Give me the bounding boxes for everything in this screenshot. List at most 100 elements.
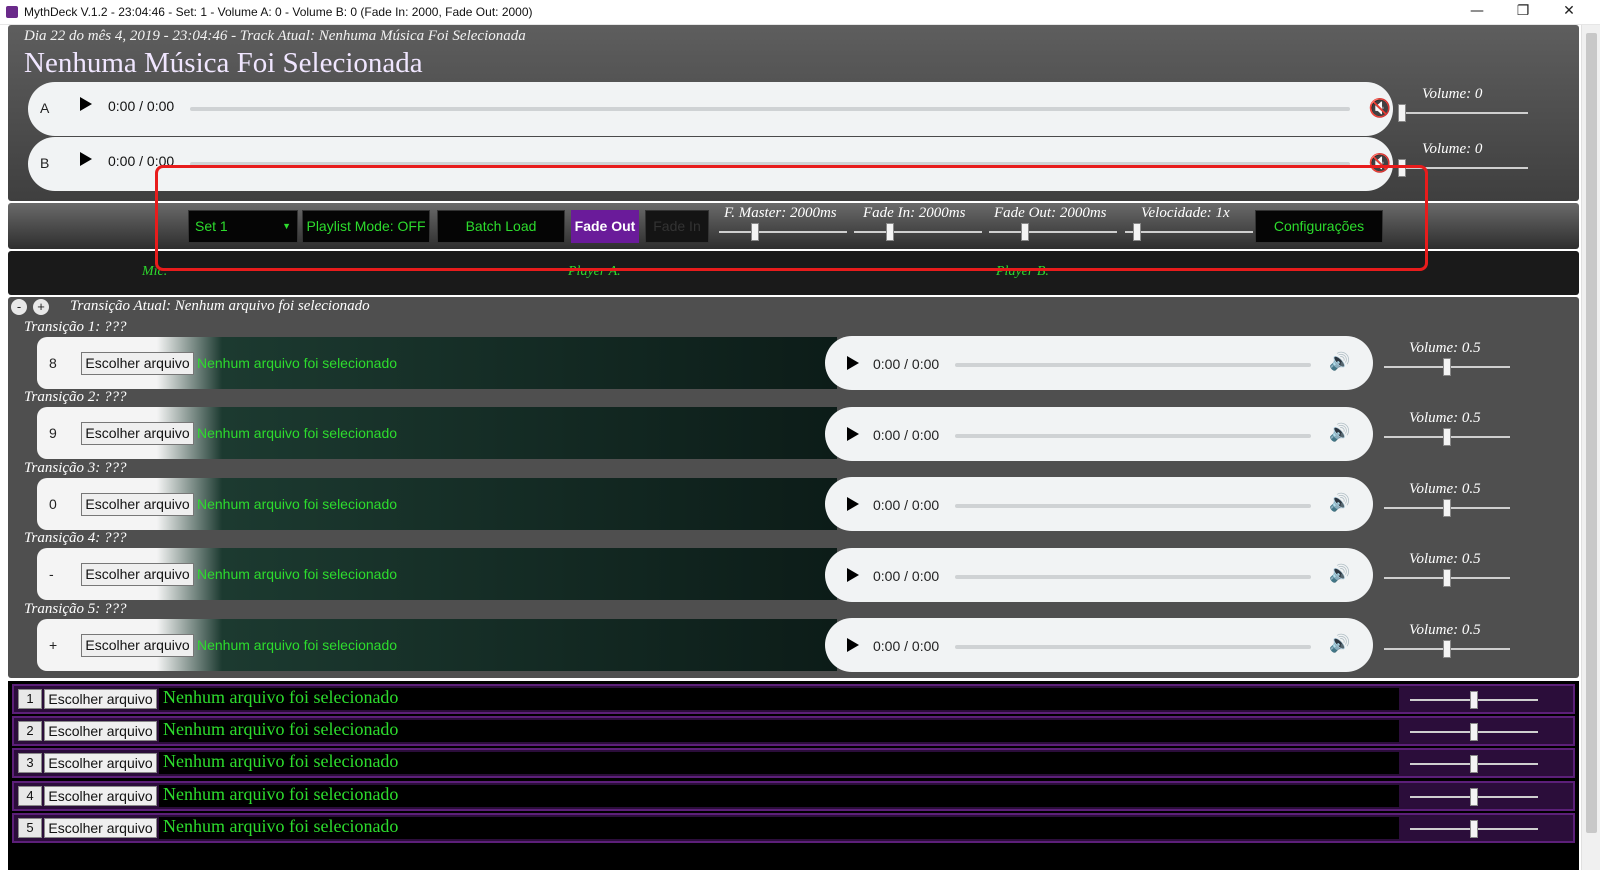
- volume-label-a: Volume: 0: [1422, 86, 1483, 102]
- play-icon[interactable]: [80, 152, 92, 166]
- player-time: 0:00 / 0:00: [873, 568, 940, 584]
- scrollbar-thumb[interactable]: [1586, 33, 1597, 833]
- choose-file-button[interactable]: Escolher arquivo: [44, 786, 157, 806]
- choose-file-button[interactable]: Escolher arquivo: [81, 352, 194, 375]
- slider-thumb[interactable]: [1443, 640, 1451, 658]
- highlight-box: [155, 165, 1428, 271]
- seek-bar[interactable]: [955, 575, 1311, 579]
- play-icon[interactable]: [847, 356, 859, 370]
- play-icon[interactable]: [847, 497, 859, 511]
- file-name: Nenhum arquivo foi selecionado: [163, 719, 399, 739]
- seek-bar[interactable]: [955, 504, 1311, 508]
- transition-player: 0:00 / 0:00 🔊: [825, 618, 1373, 672]
- slider-thumb[interactable]: [1470, 723, 1478, 741]
- volume-label-b: Volume: 0: [1422, 141, 1483, 157]
- transition-volume-slider[interactable]: [1384, 640, 1510, 658]
- window-titlebar: MythDeck V.1.2 - 23:04:46 - Set: 1 - Vol…: [0, 0, 1600, 25]
- choose-file-button[interactable]: Escolher arquivo: [44, 753, 157, 773]
- playlist-row: 3 Escolher arquivo Nenhum arquivo foi se…: [12, 748, 1575, 778]
- playlist-row: 4 Escolher arquivo Nenhum arquivo foi se…: [12, 781, 1575, 811]
- transition-row: 0 Escolher arquivo Nenhum arquivo foi se…: [37, 478, 837, 530]
- transition-volume-slider[interactable]: [1384, 428, 1510, 446]
- playlist-number[interactable]: 5: [18, 818, 42, 838]
- transition-player: 0:00 / 0:00 🔊: [825, 477, 1373, 531]
- player-time: 0:00 / 0:00: [873, 497, 940, 513]
- seek-bar[interactable]: [190, 107, 1350, 111]
- volume-slider-a[interactable]: [1398, 104, 1528, 122]
- transition-key: +: [49, 637, 58, 653]
- transition-key: 8: [49, 355, 57, 371]
- slider-thumb[interactable]: [1470, 788, 1478, 806]
- seek-bar[interactable]: [955, 434, 1311, 438]
- app-icon: [6, 6, 18, 18]
- slider-thumb[interactable]: [1443, 428, 1451, 446]
- volume-icon[interactable]: 🔊: [1329, 493, 1350, 513]
- playlist-number[interactable]: 3: [18, 753, 42, 773]
- choose-file-button[interactable]: Escolher arquivo: [81, 493, 194, 516]
- date-line: Dia 22 do mês 4, 2019 - 23:04:46 - Track…: [24, 28, 526, 44]
- mute-icon[interactable]: 🔇: [1368, 96, 1392, 120]
- transition-player: 0:00 / 0:00 🔊: [825, 548, 1373, 602]
- playlist-volume-slider[interactable]: [1410, 723, 1538, 741]
- choose-file-button[interactable]: Escolher arquivo: [44, 818, 157, 838]
- play-icon[interactable]: [847, 568, 859, 582]
- transition-volume-label: Volume: 0.5: [1409, 622, 1481, 638]
- transition-volume-slider[interactable]: [1384, 358, 1510, 376]
- playlist-volume-slider[interactable]: [1410, 755, 1538, 773]
- choose-file-button[interactable]: Escolher arquivo: [44, 689, 157, 709]
- playlist-panel: 1 Escolher arquivo Nenhum arquivo foi se…: [8, 681, 1579, 870]
- close-button[interactable]: ✕: [1546, 0, 1592, 24]
- choose-file-button[interactable]: Escolher arquivo: [81, 634, 194, 657]
- playlist-row: 1 Escolher arquivo Nenhum arquivo foi se…: [12, 684, 1575, 714]
- file-name: Nenhum arquivo foi selecionado: [197, 425, 398, 441]
- choose-file-button[interactable]: Escolher arquivo: [81, 422, 194, 445]
- playlist-volume-slider[interactable]: [1410, 691, 1538, 709]
- transition-key: -: [49, 566, 54, 582]
- play-icon[interactable]: [847, 638, 859, 652]
- file-name: Nenhum arquivo foi selecionado: [163, 751, 399, 771]
- choose-file-button[interactable]: Escolher arquivo: [44, 721, 157, 741]
- play-icon[interactable]: [847, 427, 859, 441]
- transition-row: 8 Escolher arquivo Nenhum arquivo foi se…: [37, 337, 837, 389]
- play-icon[interactable]: [80, 97, 92, 111]
- playlist-volume-slider[interactable]: [1410, 788, 1538, 806]
- volume-icon[interactable]: 🔊: [1329, 564, 1350, 584]
- playlist-number[interactable]: 2: [18, 721, 42, 741]
- vertical-scrollbar[interactable]: [1581, 25, 1600, 870]
- slider-thumb[interactable]: [1398, 104, 1406, 122]
- expand-button[interactable]: +: [33, 299, 49, 315]
- choose-file-button[interactable]: Escolher arquivo: [81, 563, 194, 586]
- playlist-number[interactable]: 1: [18, 689, 42, 709]
- slider-thumb[interactable]: [1443, 358, 1451, 376]
- volume-icon[interactable]: 🔊: [1329, 352, 1350, 372]
- file-name: Nenhum arquivo foi selecionado: [163, 816, 399, 836]
- transition-row: 9 Escolher arquivo Nenhum arquivo foi se…: [37, 407, 837, 459]
- playlist-number[interactable]: 4: [18, 786, 42, 806]
- seek-bar[interactable]: [955, 363, 1311, 367]
- slider-thumb[interactable]: [1470, 691, 1478, 709]
- transition-label: Transição 3: ???: [24, 460, 127, 476]
- transition-volume-label: Volume: 0.5: [1409, 551, 1481, 567]
- transition-label: Transição 1: ???: [24, 319, 127, 335]
- slider-thumb[interactable]: [1470, 820, 1478, 838]
- volume-icon[interactable]: 🔊: [1329, 634, 1350, 654]
- volume-icon[interactable]: 🔊: [1329, 423, 1350, 443]
- slider-thumb[interactable]: [1443, 569, 1451, 587]
- transition-volume-label: Volume: 0.5: [1409, 340, 1481, 356]
- transition-volume-slider[interactable]: [1384, 569, 1510, 587]
- transition-player: 0:00 / 0:00 🔊: [825, 407, 1373, 461]
- slider-thumb[interactable]: [1443, 499, 1451, 517]
- slider-thumb[interactable]: [1470, 755, 1478, 773]
- seek-bar[interactable]: [955, 645, 1311, 649]
- minimize-button[interactable]: —: [1454, 0, 1500, 24]
- playlist-row: 2 Escolher arquivo Nenhum arquivo foi se…: [12, 716, 1575, 746]
- transition-volume-slider[interactable]: [1384, 499, 1510, 517]
- transition-label: Transição 2: ???: [24, 389, 127, 405]
- file-name: Nenhum arquivo foi selecionado: [197, 355, 398, 371]
- playlist-volume-slider[interactable]: [1410, 820, 1538, 838]
- transition-volume-label: Volume: 0.5: [1409, 481, 1481, 497]
- player-label: A: [40, 100, 50, 116]
- file-name: Nenhum arquivo foi selecionado: [163, 784, 399, 804]
- collapse-button[interactable]: -: [11, 299, 27, 315]
- maximize-button[interactable]: ❐: [1500, 0, 1546, 24]
